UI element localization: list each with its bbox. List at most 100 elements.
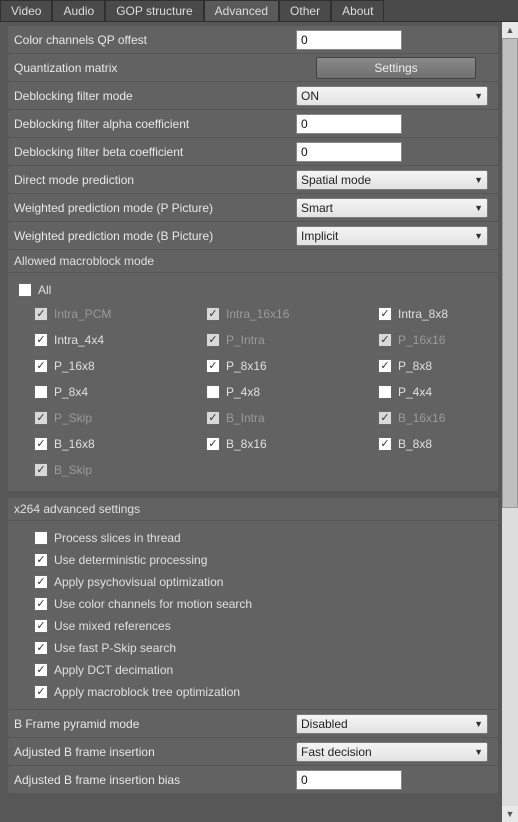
label-qmatrix: Quantization matrix (8, 61, 296, 75)
select-bpyramid-value: Disabled (301, 717, 348, 731)
select-adj-b-value: Fast decision (301, 745, 372, 759)
checkbox-intra-16x16 (206, 307, 220, 321)
tab-audio[interactable]: Audio (52, 0, 105, 21)
label-color-qp: Color channels QP offest (8, 33, 296, 47)
label-b-skip: B_Skip (54, 463, 92, 477)
label-p-16x8: P_16x8 (54, 359, 95, 373)
checkbox-mbtree[interactable] (34, 685, 48, 699)
label-p-skip: P_Skip (54, 411, 92, 425)
label-deblock-alpha: Deblocking filter alpha coefficient (8, 117, 296, 131)
tab-advanced[interactable]: Advanced (204, 0, 279, 21)
select-deblock-mode-value: ON (301, 89, 319, 103)
checkbox-b-16x8[interactable] (34, 437, 48, 451)
tab-video[interactable]: Video (0, 0, 52, 21)
select-wp-p-value: Smart (301, 201, 333, 215)
checkbox-deterministic[interactable] (34, 553, 48, 567)
label-psy: Apply psychovisual optimization (54, 575, 223, 589)
checkbox-dct[interactable] (34, 663, 48, 677)
label-direct-mode: Direct mode prediction (8, 173, 296, 187)
select-wp-b-value: Implicit (301, 229, 338, 243)
label-chroma: Use color channels for motion search (54, 597, 252, 611)
section-macroblock-head: Allowed macroblock mode (8, 250, 498, 272)
checkbox-threads[interactable] (34, 531, 48, 545)
chevron-down-icon: ▼ (474, 203, 483, 213)
label-dct: Apply DCT decimation (54, 663, 173, 677)
label-intra-16x16: Intra_16x16 (226, 307, 289, 321)
label-all: All (38, 283, 51, 297)
label-intra-8x8: Intra_8x8 (398, 307, 448, 321)
label-pskip: Use fast P-Skip search (54, 641, 176, 655)
select-wp-b[interactable]: Implicit ▼ (296, 226, 488, 246)
button-qmatrix-settings[interactable]: Settings (316, 57, 476, 79)
label-b-16x8: B_16x8 (54, 437, 95, 451)
checkbox-pskip[interactable] (34, 641, 48, 655)
select-adj-b[interactable]: Fast decision ▼ (296, 742, 488, 762)
label-p-8x16: P_8x16 (226, 359, 267, 373)
checkbox-b-intra (206, 411, 220, 425)
chevron-down-icon: ▼ (474, 231, 483, 241)
tab-bar: Video Audio GOP structure Advanced Other… (0, 0, 518, 22)
select-direct-mode[interactable]: Spatial mode ▼ (296, 170, 488, 190)
checkbox-intra-pcm (34, 307, 48, 321)
select-direct-mode-value: Spatial mode (301, 173, 371, 187)
checkbox-chroma[interactable] (34, 597, 48, 611)
checkbox-p-skip (34, 411, 48, 425)
label-adj-b: Adjusted B frame insertion (8, 745, 296, 759)
checkbox-p-intra (206, 333, 220, 347)
label-deterministic: Use deterministic processing (54, 553, 207, 567)
checkbox-p-8x16[interactable] (206, 359, 220, 373)
select-deblock-mode[interactable]: ON ▼ (296, 86, 488, 106)
label-b-8x8: B_8x8 (398, 437, 432, 451)
scroll-down-icon[interactable] (502, 806, 518, 822)
checkbox-p-4x4[interactable] (378, 385, 392, 399)
advanced-tab-panel: Color channels QP offest Quantization ma… (0, 22, 502, 822)
tab-other[interactable]: Other (279, 0, 331, 21)
checkbox-b-16x16 (378, 411, 392, 425)
checkbox-p-4x8[interactable] (206, 385, 220, 399)
scroll-up-icon[interactable] (502, 22, 518, 38)
label-intra-pcm: Intra_PCM (54, 307, 111, 321)
input-deblock-alpha[interactable] (296, 114, 402, 134)
checkbox-p-8x4[interactable] (34, 385, 48, 399)
label-p-4x4: P_4x4 (398, 385, 432, 399)
checkbox-b-skip (34, 463, 48, 477)
checkbox-p-16x16 (378, 333, 392, 347)
label-bpyramid: B Frame pyramid mode (8, 717, 296, 731)
label-wp-p: Weighted prediction mode (P Picture) (8, 201, 296, 215)
chevron-down-icon: ▼ (474, 175, 483, 185)
vertical-scrollbar[interactable] (502, 22, 518, 822)
label-mixed: Use mixed references (54, 619, 171, 633)
checkbox-intra-4x4[interactable] (34, 333, 48, 347)
checkbox-psy[interactable] (34, 575, 48, 589)
select-wp-p[interactable]: Smart ▼ (296, 198, 488, 218)
label-p-4x8: P_4x8 (226, 385, 260, 399)
label-deblock-beta: Deblocking filter beta coefficient (8, 145, 296, 159)
input-adj-b-bias[interactable] (296, 770, 402, 790)
settings-window: Video Audio GOP structure Advanced Other… (0, 0, 518, 822)
checkbox-intra-8x8[interactable] (378, 307, 392, 321)
input-deblock-beta[interactable] (296, 142, 402, 162)
chevron-down-icon: ▼ (474, 719, 483, 729)
checkbox-all[interactable] (18, 283, 32, 297)
label-b-intra: B_Intra (226, 411, 265, 425)
label-p-8x8: P_8x8 (398, 359, 432, 373)
tab-gop[interactable]: GOP structure (105, 0, 203, 21)
scroll-thumb[interactable] (502, 38, 518, 508)
select-bpyramid[interactable]: Disabled ▼ (296, 714, 488, 734)
label-wp-b: Weighted prediction mode (B Picture) (8, 229, 296, 243)
label-deblock-mode: Deblocking filter mode (8, 89, 296, 103)
tab-about[interactable]: About (331, 0, 384, 21)
section-x264-head: x264 advanced settings (8, 498, 498, 520)
checkbox-p-8x8[interactable] (378, 359, 392, 373)
label-p-16x16: P_16x16 (398, 333, 445, 347)
label-p-8x4: P_8x4 (54, 385, 88, 399)
input-color-qp[interactable] (296, 30, 402, 50)
checkbox-b-8x8[interactable] (378, 437, 392, 451)
checkbox-b-8x16[interactable] (206, 437, 220, 451)
label-threads: Process slices in thread (54, 531, 181, 545)
chevron-down-icon: ▼ (474, 747, 483, 757)
section-macroblock: All Intra_PCM Intra_16x16 Intra_8x8 Intr… (8, 273, 498, 491)
checkbox-mixed[interactable] (34, 619, 48, 633)
checkbox-p-16x8[interactable] (34, 359, 48, 373)
chevron-down-icon: ▼ (474, 91, 483, 101)
